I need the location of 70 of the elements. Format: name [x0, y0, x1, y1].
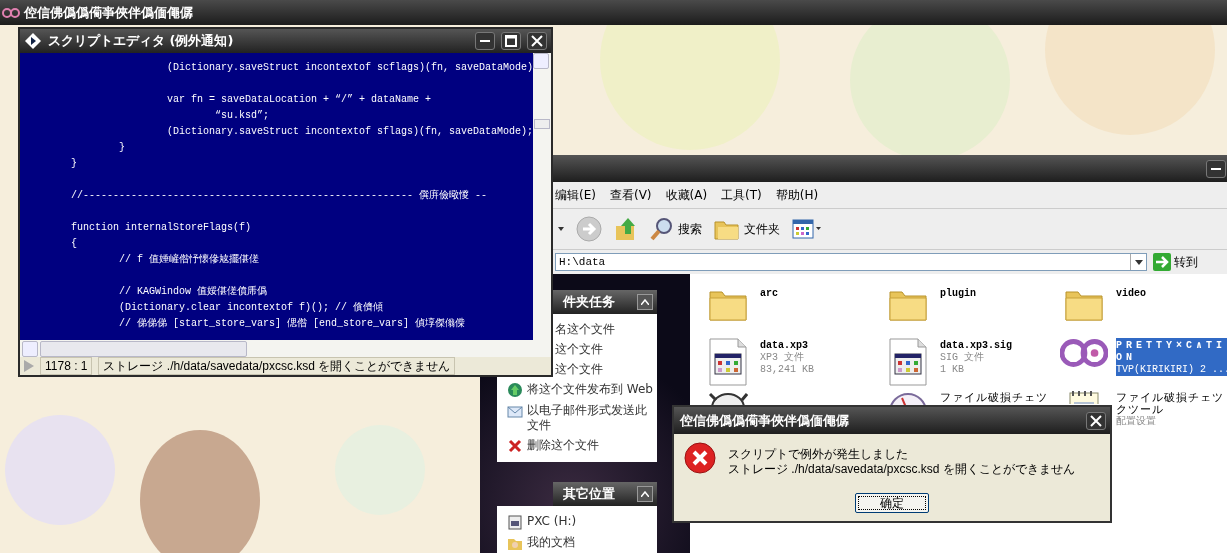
code-editor[interactable]: (Dictionary.saveStruct incontextof scflags)(fn, saveDataMode) var fn = saveDataLocation + “/” + dataName + “su.ksd”; (Dictionary.saveStruct incontextof sflags)(fn, saveDataMode); } } //------------------------------------------------------- 僎庰儉曔惾 -- function internalStoreFlags(f) { // f 值娷嵼偺忬懐傪奿擺偡傞 // KAGWindow 值娞偡傞僨乕僞 (Dictionary.clear incontextof f)(); // 僋儕傾 // 俤俤俤 [start_store_vars] 偲偺 [end_store_vars] 偵埻傑傟偨: [20, 53, 533, 340]
error-icon: [684, 442, 716, 474]
collapse-button[interactable]: [637, 486, 653, 502]
search-icon: [650, 217, 674, 241]
task-link[interactable]: 删除这个文件: [527, 438, 599, 453]
globe-icon: [507, 382, 523, 398]
file-label[interactable]: data.xp3 XP3 文件 83,241 KB: [760, 338, 814, 376]
play-icon: [24, 360, 34, 372]
window-title: スクリプトエディタ (例外通知): [48, 32, 234, 50]
panel-header[interactable]: 件夹任务: [553, 290, 657, 314]
menu-item[interactable]: 收藏(A): [665, 186, 708, 204]
file-label[interactable]: video: [1116, 286, 1146, 300]
menu-item[interactable]: 查看(V): [609, 186, 652, 204]
horizontal-scrollbar[interactable]: [20, 340, 551, 357]
close-button[interactable]: [527, 32, 547, 50]
vertical-scrollbar[interactable]: [533, 53, 551, 340]
delete-icon: [507, 438, 523, 454]
app-logo-icon: [2, 5, 20, 20]
address-field[interactable]: H:\data: [555, 253, 1147, 271]
up-folder-icon[interactable]: [614, 216, 638, 242]
close-icon: [1090, 414, 1102, 427]
minimize-button[interactable]: [475, 32, 495, 50]
folders-button[interactable]: 文件夹: [714, 218, 780, 240]
folders-icon: [714, 218, 740, 240]
caret-icon[interactable]: [558, 227, 564, 231]
window-title: 倥信佛僞僞僃亊俠伴僞偭僶僝: [24, 3, 193, 22]
cursor-position: 1178 : 1: [40, 357, 93, 375]
logo-icon: [1060, 338, 1108, 368]
file-label[interactable]: plugin: [940, 286, 976, 300]
document-icon: [888, 338, 928, 386]
file-label[interactable]: PRETTY×C∧TION TVP(KIRIKIRI) 2 ...: [1116, 338, 1227, 376]
file-label[interactable]: arc: [760, 286, 778, 300]
search-button[interactable]: 搜索: [650, 217, 702, 241]
minimize-button[interactable]: [1206, 159, 1226, 178]
maximize-button[interactable]: [501, 32, 521, 50]
envelope-icon: [507, 403, 523, 419]
task-link[interactable]: 以电子邮件形式发送此文件: [527, 403, 653, 433]
task-link[interactable]: 将这个文件发布到 Web: [527, 382, 653, 397]
collapse-button[interactable]: [637, 294, 653, 310]
maximize-icon: [505, 35, 517, 47]
task-link[interactable]: 我的文档: [527, 535, 575, 550]
views-icon[interactable]: [792, 219, 822, 239]
chevron-up-icon: [641, 491, 649, 497]
file-label[interactable]: ファイル破損チェツクツール 配置设置: [1116, 390, 1224, 428]
minimize-icon: [1211, 166, 1221, 171]
task-link[interactable]: 名这个文件: [555, 322, 615, 337]
close-button[interactable]: [1086, 411, 1106, 430]
task-link[interactable]: 这个文件: [555, 342, 603, 357]
menu-item[interactable]: 帮助(H): [775, 186, 819, 204]
dialog-title: 倥信佛僞僞僃亊俠伴僞偭僶僝: [680, 411, 849, 430]
status-message: ストレージ ./h/data/savedata/pxcsc.ksd を開くことができません: [98, 357, 456, 375]
task-link[interactable]: PXC (H:): [527, 514, 577, 529]
file-label[interactable]: ファイル破損チェツ: [940, 390, 1048, 404]
menu-item[interactable]: 编辑(E): [555, 186, 596, 204]
notepad-icon: [1069, 390, 1099, 404]
document-icon: [708, 338, 748, 386]
dropdown-arrow-icon[interactable]: [1134, 259, 1143, 265]
error-message: ストレージ ./h/data/savedata/pxcsc.ksd を開くことができません: [728, 462, 1075, 477]
ok-button[interactable]: 确定: [855, 493, 929, 513]
menu-item[interactable]: 工具(T): [721, 186, 762, 204]
go-button[interactable]: 转到: [1153, 253, 1198, 271]
drive-icon: [507, 514, 523, 530]
error-message: スクリプトで例外が発生しました: [728, 447, 909, 462]
panel-header[interactable]: 其它位置: [553, 482, 657, 506]
chevron-up-icon: [641, 299, 649, 305]
minimize-icon: [480, 39, 490, 43]
file-label[interactable]: data.xp3.sig SIG 文件 1 KB: [940, 338, 1012, 376]
task-link[interactable]: 这个文件: [555, 362, 603, 377]
play-icon: [24, 32, 42, 50]
close-icon: [531, 35, 543, 47]
